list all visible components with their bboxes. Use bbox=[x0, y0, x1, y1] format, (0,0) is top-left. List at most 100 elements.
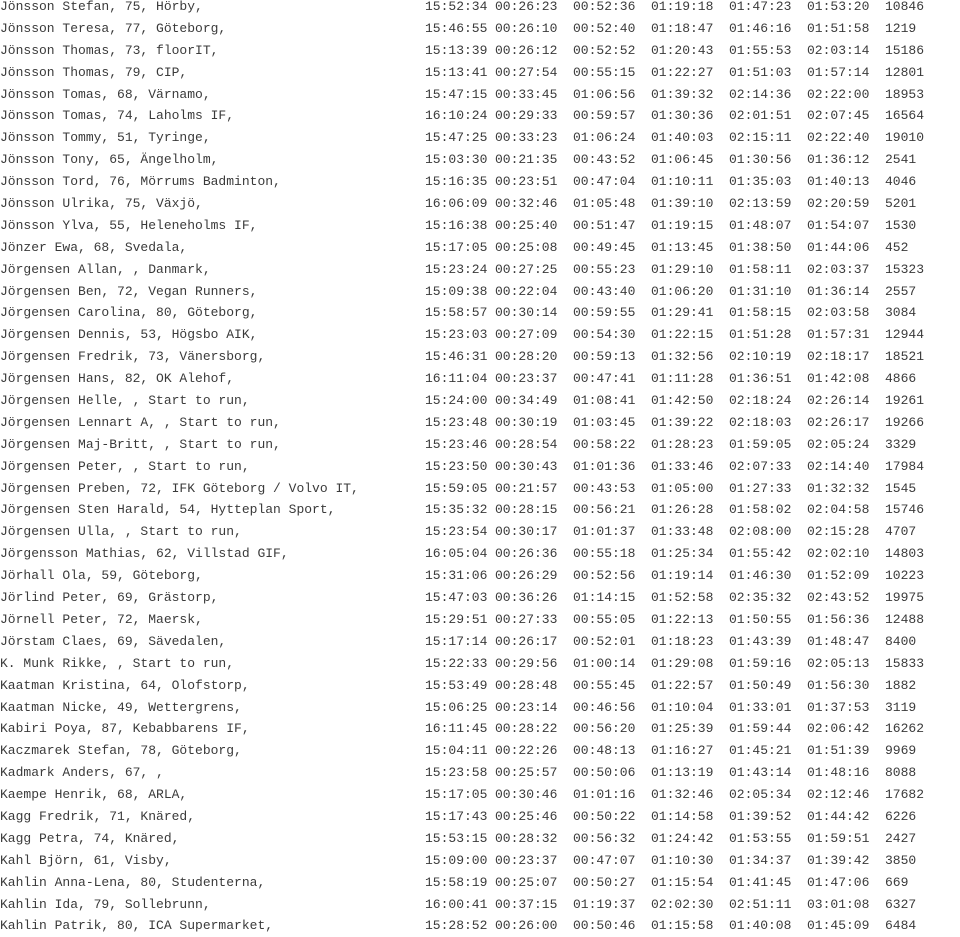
split-time-3: 01:29:08 bbox=[651, 655, 714, 671]
split-time-2: 01:01:37 bbox=[573, 524, 636, 540]
split-time-2: 00:48:13 bbox=[573, 743, 636, 759]
start-time: 15:17:05 bbox=[425, 787, 488, 803]
runner-name-club: Jönsson Ulrika, 75, Växjö, bbox=[0, 196, 203, 212]
bib-number: 1882 bbox=[885, 677, 917, 693]
start-time: 15:47:25 bbox=[425, 130, 488, 146]
result-row: Kahlin Patrik, 80, ICA Supermarket, 15:28… bbox=[0, 915, 960, 937]
split-time-1: 00:26:29 bbox=[495, 568, 558, 584]
split-time-3: 01:33:48 bbox=[651, 524, 714, 540]
split-time-3: 01:06:45 bbox=[651, 152, 714, 168]
split-time-3: 01:29:41 bbox=[651, 305, 714, 321]
split-time-1: 00:28:32 bbox=[495, 830, 558, 846]
runner-name-club: Jönsson Tommy, 51, Tyringe, bbox=[0, 130, 211, 146]
start-time: 15:24:00 bbox=[425, 393, 488, 409]
runner-name-club: Kaempe Henrik, 68, ARLA, bbox=[0, 787, 188, 803]
finish-time: 01:48:16 bbox=[807, 765, 870, 781]
finish-time: 01:47:06 bbox=[807, 874, 870, 890]
result-row: Jörgensen Sten Harald, 54, Hytteplan Spo… bbox=[0, 499, 960, 521]
runner-name-club: Jönsson Tony, 65, Ängelholm, bbox=[0, 152, 219, 168]
split-time-4: 01:27:33 bbox=[729, 480, 792, 496]
start-time: 15:16:35 bbox=[425, 174, 488, 190]
start-time: 15:23:58 bbox=[425, 765, 488, 781]
finish-time: 02:05:24 bbox=[807, 436, 870, 452]
split-time-3: 01:40:03 bbox=[651, 130, 714, 146]
bib-number: 2557 bbox=[885, 283, 917, 299]
finish-time: 01:42:08 bbox=[807, 371, 870, 387]
split-time-3: 01:24:42 bbox=[651, 830, 714, 846]
split-time-2: 00:52:56 bbox=[573, 568, 636, 584]
result-row: Jörgensen Carolina, 80, Göteborg, 15:58:5… bbox=[0, 302, 960, 324]
split-time-1: 00:25:40 bbox=[495, 217, 558, 233]
split-time-4: 01:33:01 bbox=[729, 699, 792, 715]
split-time-4: 01:50:55 bbox=[729, 611, 792, 627]
finish-time: 01:56:36 bbox=[807, 611, 870, 627]
split-time-2: 00:55:15 bbox=[573, 64, 636, 80]
split-time-1: 00:30:19 bbox=[495, 414, 558, 430]
finish-time: 01:53:20 bbox=[807, 0, 870, 14]
split-time-3: 01:13:45 bbox=[651, 239, 714, 255]
runner-name-club: Jörnell Peter, 72, Maersk, bbox=[0, 611, 203, 627]
split-time-1: 00:26:10 bbox=[495, 20, 558, 36]
result-row: Jönsson Teresa, 77, Göteborg, 15:46:55 00:… bbox=[0, 18, 960, 40]
runner-name-club: Kagg Petra, 74, Knäred, bbox=[0, 830, 180, 846]
bib-number: 3329 bbox=[885, 436, 917, 452]
start-time: 15:46:31 bbox=[425, 349, 488, 365]
finish-time: 02:43:52 bbox=[807, 590, 870, 606]
result-row: Jörhall Ola, 59, Göteborg, 15:31:06 00:26:… bbox=[0, 565, 960, 587]
split-time-4: 02:05:34 bbox=[729, 787, 792, 803]
split-time-2: 00:59:57 bbox=[573, 108, 636, 124]
finish-time: 01:40:13 bbox=[807, 174, 870, 190]
split-time-4: 02:01:51 bbox=[729, 108, 792, 124]
start-time: 16:10:24 bbox=[425, 108, 488, 124]
start-time: 15:13:39 bbox=[425, 42, 488, 58]
runner-name-club: Jönsson Teresa, 77, Göteborg, bbox=[0, 20, 227, 36]
split-time-3: 01:26:28 bbox=[651, 502, 714, 518]
split-time-3: 01:13:19 bbox=[651, 765, 714, 781]
split-time-1: 00:36:26 bbox=[495, 590, 558, 606]
result-row: Jönsson Tomas, 74, Laholms IF, 16:10:24 00… bbox=[0, 105, 960, 127]
start-time: 15:23:50 bbox=[425, 458, 488, 474]
start-time: 15:58:57 bbox=[425, 305, 488, 321]
result-row: Kaatman Kristina, 64, Olofstorp, 15:53:49… bbox=[0, 675, 960, 697]
bib-number: 19975 bbox=[885, 590, 925, 606]
split-time-4: 01:55:53 bbox=[729, 42, 792, 58]
split-time-3: 01:25:34 bbox=[651, 546, 714, 562]
runner-name-club: Kaatman Kristina, 64, Olofstorp, bbox=[0, 677, 250, 693]
split-time-4: 01:46:30 bbox=[729, 568, 792, 584]
split-time-3: 01:19:15 bbox=[651, 217, 714, 233]
bib-number: 1545 bbox=[885, 480, 917, 496]
split-time-2: 00:47:41 bbox=[573, 371, 636, 387]
split-time-1: 00:22:26 bbox=[495, 743, 558, 759]
result-row: Jörgensson Mathias, 62, Villstad GIF, 16:… bbox=[0, 543, 960, 565]
split-time-2: 00:49:45 bbox=[573, 239, 636, 255]
runner-name-club: Jörgensen Allan, , Danmark, bbox=[0, 261, 211, 277]
split-time-2: 00:50:46 bbox=[573, 918, 636, 934]
runner-name-club: Jörgensen Helle, , Start to run, bbox=[0, 393, 250, 409]
split-time-1: 00:23:14 bbox=[495, 699, 558, 715]
result-row: Jönsson Stefan, 75, Hörby, 15:52:34 00:26:… bbox=[0, 0, 960, 18]
split-time-2: 00:59:55 bbox=[573, 305, 636, 321]
split-time-4: 01:45:21 bbox=[729, 743, 792, 759]
start-time: 15:58:19 bbox=[425, 874, 488, 890]
bib-number: 9969 bbox=[885, 743, 917, 759]
split-time-4: 01:58:15 bbox=[729, 305, 792, 321]
bib-number: 14803 bbox=[885, 546, 925, 562]
split-time-2: 00:50:27 bbox=[573, 874, 636, 890]
start-time: 15:09:38 bbox=[425, 283, 488, 299]
runner-name-club: Jörgensen Ben, 72, Vegan Runners, bbox=[0, 283, 258, 299]
start-time: 15:53:15 bbox=[425, 830, 488, 846]
split-time-3: 01:10:11 bbox=[651, 174, 714, 190]
split-time-1: 00:26:12 bbox=[495, 42, 558, 58]
finish-time: 01:56:30 bbox=[807, 677, 870, 693]
result-row: Jörgensen Dennis, 53, Högsbo AIK, 15:23:0… bbox=[0, 324, 960, 346]
runner-name-club: Jörgensen Hans, 82, OK Alehof, bbox=[0, 371, 235, 387]
split-time-1: 00:33:45 bbox=[495, 86, 558, 102]
finish-time: 01:36:12 bbox=[807, 152, 870, 168]
finish-time: 02:22:00 bbox=[807, 86, 870, 102]
split-time-4: 01:59:44 bbox=[729, 721, 792, 737]
result-row: Jörgensen Allan, , Danmark, 15:23:24 00:27… bbox=[0, 259, 960, 281]
start-time: 15:09:00 bbox=[425, 852, 488, 868]
bib-number: 19266 bbox=[885, 414, 925, 430]
result-row: Kaempe Henrik, 68, ARLA, 15:17:05 00:30:46… bbox=[0, 784, 960, 806]
finish-time: 03:01:08 bbox=[807, 896, 870, 912]
